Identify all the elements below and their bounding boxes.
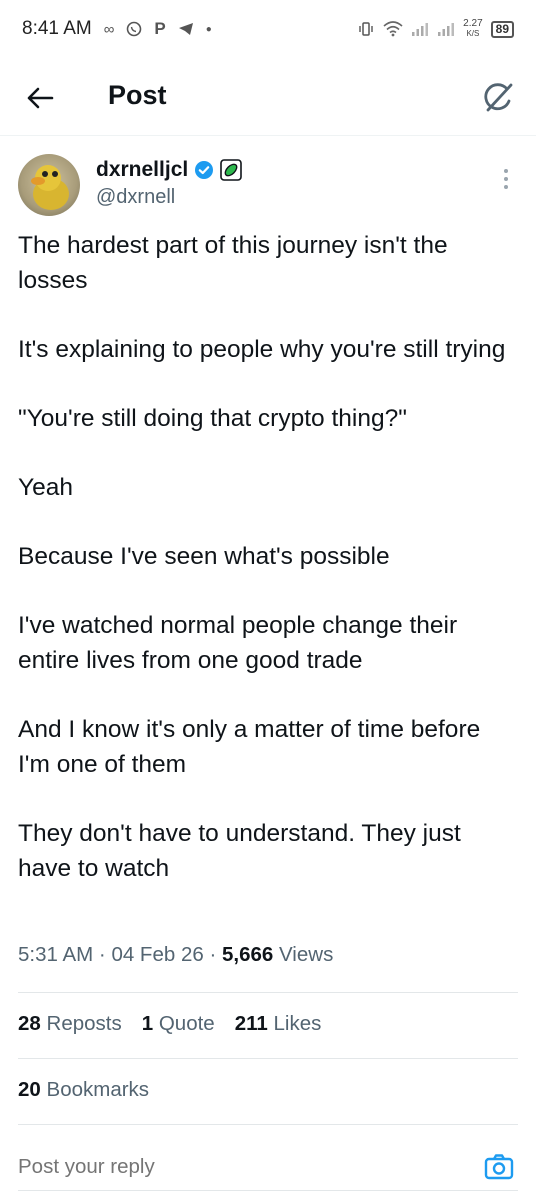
author-row: dxrnelljcl @dxrnell xyxy=(18,150,518,220)
post-header: Post xyxy=(0,58,536,136)
post-date: 04 Feb 26 xyxy=(111,943,204,966)
reposts-count: 28 xyxy=(18,1012,41,1035)
wifi-icon xyxy=(383,21,403,37)
duck-avatar-image xyxy=(31,165,69,210)
post-paragraph: Yeah xyxy=(18,474,73,501)
grok-button[interactable] xyxy=(478,78,518,118)
author-name-row: dxrnelljcl xyxy=(96,158,243,182)
whatsapp-icon xyxy=(126,21,142,37)
verified-badge-icon xyxy=(195,161,214,179)
signal-2-icon xyxy=(437,21,455,37)
reposts-label: Reposts xyxy=(46,1012,122,1035)
more-options-button[interactable] xyxy=(494,164,518,194)
divider xyxy=(18,1190,518,1191)
quotes-label: Quote xyxy=(158,1012,215,1035)
page-title: Post xyxy=(108,80,167,110)
back-button[interactable] xyxy=(22,80,58,116)
notification-dot-icon: ● xyxy=(205,23,212,35)
network-speed-value: 2.27 xyxy=(463,18,483,29)
likes-count: 211 xyxy=(234,1012,268,1035)
camera-icon xyxy=(484,1154,514,1180)
network-speed: 2.27 K/S xyxy=(463,19,482,39)
add-photo-button[interactable] xyxy=(482,1150,516,1184)
author-display-name[interactable]: dxrnelljcl xyxy=(96,158,188,182)
divider xyxy=(18,1124,518,1125)
vibrate-icon xyxy=(357,21,375,37)
avatar[interactable] xyxy=(18,154,80,216)
bookmarks-label: Bookmarks xyxy=(46,1078,150,1101)
post-paragraph: It's explaining to people why you're sti… xyxy=(18,336,506,363)
network-speed-unit: K/S xyxy=(466,29,480,38)
status-time: 8:41 AM xyxy=(22,18,92,39)
divider xyxy=(18,1058,518,1059)
battery-indicator: 89 xyxy=(490,20,514,38)
post-paragraph: And I know it's only a matter of time be… xyxy=(18,716,481,778)
post-text: The hardest part of this journey isn't t… xyxy=(18,228,518,886)
signal-1-icon xyxy=(411,21,429,37)
engagement-stats: 28 Reposts 1 Quote 211 Likes xyxy=(18,1012,321,1036)
bookmarks-count: 20 xyxy=(18,1078,41,1101)
likes-stat[interactable]: 211 Likes xyxy=(235,1012,322,1036)
telegram-icon xyxy=(178,22,194,36)
post-paragraph: The hardest part of this journey isn't t… xyxy=(18,232,448,294)
infinity-icon: ∞ xyxy=(103,20,115,38)
more-vertical-icon xyxy=(504,169,508,189)
views-label: Views xyxy=(279,943,334,966)
reposts-stat[interactable]: 28 Reposts xyxy=(18,1012,122,1036)
post-meta: 5:31 AM · 04 Feb 26 · 5,666 Views xyxy=(18,943,334,966)
divider xyxy=(18,992,518,993)
grok-icon xyxy=(484,83,513,112)
quotes-stat[interactable]: 1 Quote xyxy=(142,1012,215,1036)
post-time: 5:31 AM xyxy=(18,943,94,966)
post-paragraph: I've watched normal people change their … xyxy=(18,612,458,674)
reply-bar xyxy=(18,1148,518,1186)
views-count: 5,666 xyxy=(221,943,274,966)
post-paragraph: Because I've seen what's possible xyxy=(18,543,390,570)
likes-label: Likes xyxy=(273,1012,322,1035)
affiliate-badge-icon xyxy=(220,159,243,181)
reply-input[interactable] xyxy=(18,1155,438,1179)
status-bar: 8:41 AM ∞ P ● 2.27 K/S 89 xyxy=(0,0,536,58)
post-paragraph: "You're still doing that crypto thing?" xyxy=(18,405,407,432)
arrow-left-icon xyxy=(27,87,54,109)
quotes-count: 1 xyxy=(141,1012,154,1035)
author-handle[interactable]: @dxrnell xyxy=(96,186,175,209)
p-app-icon: P xyxy=(154,19,166,38)
post-paragraph: They don't have to understand. They just… xyxy=(18,820,461,882)
bookmarks-stat[interactable]: 20 Bookmarks xyxy=(18,1078,149,1102)
